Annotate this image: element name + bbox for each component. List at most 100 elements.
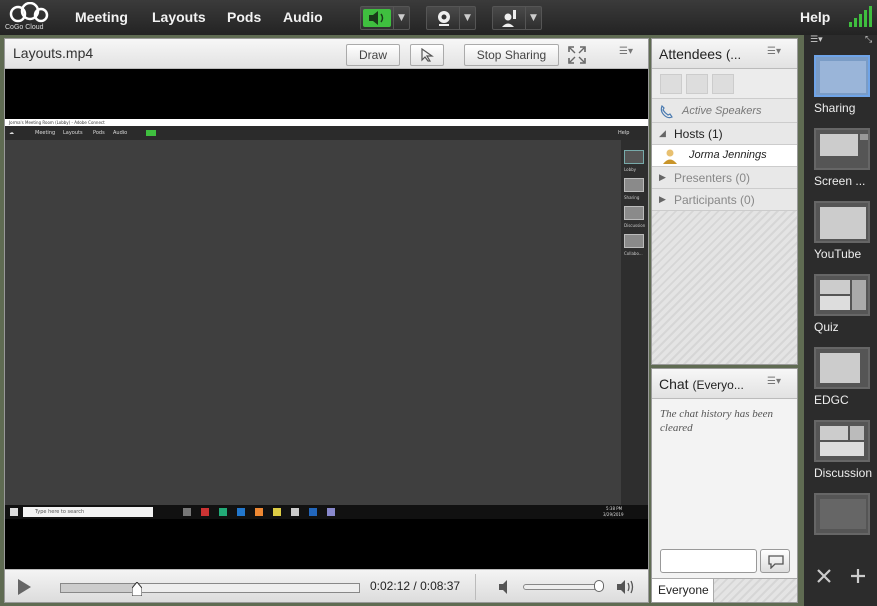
phone-icon bbox=[660, 105, 673, 119]
thumbnail-pod-shape bbox=[820, 353, 860, 383]
audio-button[interactable]: ▼ bbox=[360, 6, 410, 30]
layout-thumbnail bbox=[814, 55, 870, 97]
chat-pod: Chat (Everyo... ☰▾ The chat history has … bbox=[651, 368, 798, 603]
collapse-icon[interactable] bbox=[686, 74, 708, 94]
inner-layout-thumb bbox=[624, 206, 644, 220]
inner-layout-label: Sharing bbox=[624, 195, 640, 200]
layout-item[interactable]: YouTube bbox=[812, 201, 872, 271]
playback-time: 0:02:12 / 0:08:37 bbox=[370, 579, 460, 593]
layout-thumbnail bbox=[814, 128, 870, 170]
layout-thumbnail bbox=[814, 274, 870, 316]
inner-layout-label: Collabo... bbox=[624, 251, 643, 256]
thumbnail-pod-shape bbox=[820, 442, 864, 456]
volume-handle[interactable] bbox=[593, 580, 604, 592]
pointer-button[interactable] bbox=[410, 44, 444, 66]
attendees-toolbar bbox=[652, 69, 797, 99]
seek-bar[interactable] bbox=[60, 582, 360, 596]
layout-item[interactable]: Collab... bbox=[812, 493, 872, 541]
raise-hand-button[interactable]: ▼ bbox=[492, 6, 542, 30]
stop-sharing-button[interactable]: Stop Sharing bbox=[464, 44, 559, 66]
menu-help[interactable]: Help bbox=[800, 9, 830, 25]
inner-window-title: Jorma's Meeting Room (Lobby) - Adobe Con… bbox=[5, 119, 648, 126]
attendees-title-suffix: (... bbox=[725, 47, 742, 62]
thumbnail-pod-shape bbox=[820, 426, 848, 440]
total-time: 0:08:37 bbox=[420, 579, 461, 593]
attendee-row[interactable]: Jorma Jennings bbox=[652, 145, 797, 167]
layout-thumbnail bbox=[814, 201, 870, 243]
thumbnail-pod-shape bbox=[860, 134, 868, 140]
attendees-empty-area bbox=[652, 211, 797, 364]
chat-history: The chat history has been cleared bbox=[660, 408, 774, 434]
chat-input[interactable] bbox=[660, 549, 757, 573]
layout-thumbnail bbox=[814, 347, 870, 389]
chevron-down-icon[interactable]: ▼ bbox=[393, 7, 409, 29]
inner-menu-pods: Pods bbox=[93, 130, 105, 136]
seek-handle[interactable] bbox=[131, 582, 142, 596]
presenters-group[interactable]: ▶ Presenters (0) bbox=[652, 167, 797, 189]
menu-meeting[interactable]: Meeting bbox=[75, 9, 128, 25]
layout-thumbnail bbox=[814, 493, 870, 535]
taskbar-app-icon bbox=[309, 508, 317, 516]
pod-options-menu-icon[interactable]: ☰▾ bbox=[767, 376, 787, 392]
camera-button[interactable]: ▼ bbox=[426, 6, 476, 30]
divider bbox=[475, 574, 476, 600]
attendees-header: Attendees (... ☰▾ bbox=[652, 39, 797, 69]
fullscreen-icon[interactable] bbox=[568, 46, 586, 64]
layout-name: Quiz bbox=[814, 320, 839, 334]
chat-header: Chat (Everyo... ☰▾ bbox=[652, 369, 797, 399]
participants-label: Participants (0) bbox=[674, 193, 755, 207]
menu-audio[interactable]: Audio bbox=[283, 9, 323, 25]
participants-group[interactable]: ▶ Participants (0) bbox=[652, 189, 797, 211]
attendee-status-icon[interactable] bbox=[712, 74, 734, 94]
chevron-down-icon[interactable]: ▼ bbox=[459, 7, 475, 29]
taskbar-app-icon bbox=[183, 508, 191, 516]
thumbnail-pod-shape bbox=[820, 296, 850, 310]
raise-hand-icon bbox=[502, 10, 516, 27]
taskbar-app-icon bbox=[201, 508, 209, 516]
pod-options-menu-icon[interactable]: ☰▾ bbox=[767, 46, 787, 62]
thumbnail-pod-shape bbox=[820, 280, 850, 294]
layout-name: Screen ... bbox=[814, 174, 866, 188]
layouts-bar: ☰▾ ⤡ Sharing Screen ... YouTube Quiz EDGC Dis… bbox=[804, 35, 877, 606]
layout-item[interactable]: Discussion bbox=[812, 420, 872, 490]
chevron-down-icon[interactable]: ▼ bbox=[525, 7, 541, 29]
layouts-menu-icon[interactable]: ☰▾ bbox=[810, 35, 823, 45]
share-pod-title: Layouts.mp4 bbox=[13, 45, 94, 61]
layout-name: Sharing bbox=[814, 101, 856, 115]
taskbar-app-icon bbox=[273, 508, 281, 516]
active-speakers-row: Active Speakers bbox=[652, 101, 797, 123]
tools-icon[interactable] bbox=[816, 568, 832, 584]
pod-options-menu-icon[interactable]: ☰▾ bbox=[619, 46, 639, 62]
collapsed-triangle-icon: ▶ bbox=[659, 194, 666, 204]
inner-layout-thumb bbox=[624, 178, 644, 192]
chat-title-text: Chat bbox=[659, 376, 689, 392]
layout-item[interactable]: Screen ... bbox=[812, 128, 872, 198]
attendees-title-text: Attendees bbox=[659, 46, 723, 62]
hosts-group[interactable]: ◢ Hosts (1) bbox=[652, 123, 797, 145]
taskbar-app-icon bbox=[327, 508, 335, 516]
thumbnail-pod-shape bbox=[820, 61, 866, 93]
volume-slider[interactable] bbox=[523, 584, 603, 590]
top-menu-bar: CoGo Cloud Meeting Layouts Pods Audio ▼ … bbox=[0, 0, 877, 35]
inner-menu-layouts: Layouts bbox=[63, 130, 83, 136]
webcam-icon bbox=[438, 11, 450, 26]
play-icon[interactable] bbox=[15, 578, 33, 596]
add-layout-icon[interactable] bbox=[850, 568, 866, 584]
volume-max-icon[interactable] bbox=[616, 578, 636, 596]
menu-pods[interactable]: Pods bbox=[227, 9, 261, 25]
draw-button[interactable]: Draw bbox=[346, 44, 400, 66]
layout-item[interactable]: Sharing bbox=[812, 55, 872, 125]
attendees-title: Attendees (... bbox=[659, 46, 741, 62]
taskbar-app-icon bbox=[255, 508, 263, 516]
collapse-panel-icon[interactable]: ⤡ bbox=[865, 35, 872, 45]
mute-icon[interactable] bbox=[497, 579, 513, 595]
menu-layouts[interactable]: Layouts bbox=[152, 9, 206, 25]
layout-item[interactable]: EDGC bbox=[812, 347, 872, 417]
inner-menu-meeting: Meeting bbox=[35, 130, 56, 136]
send-message-button[interactable] bbox=[760, 549, 790, 573]
taskbar-app-icon bbox=[237, 508, 245, 516]
list-view-icon[interactable] bbox=[660, 74, 682, 94]
tab-everyone[interactable]: Everyone bbox=[652, 579, 714, 602]
layout-item[interactable]: Quiz bbox=[812, 274, 872, 344]
taskbar-clock-time: 5:38 PM bbox=[606, 506, 623, 511]
